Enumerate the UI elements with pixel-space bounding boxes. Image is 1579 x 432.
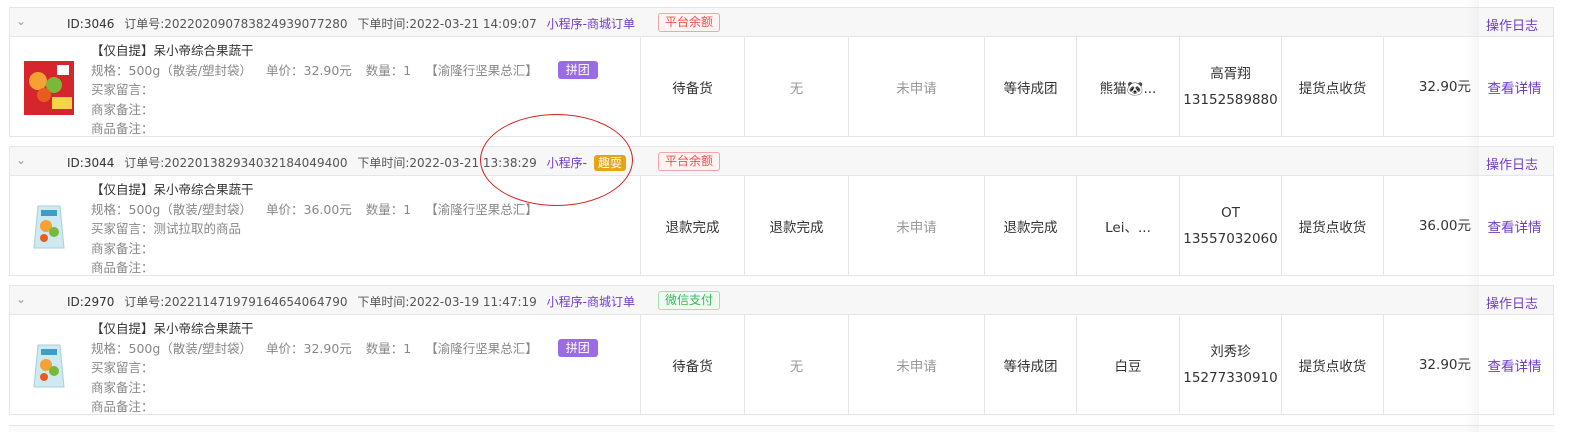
product-thumbnail-image: [24, 339, 74, 393]
payment-method-badge: 微信支付: [658, 291, 721, 310]
order-row: 【仅自提】呆小帝综合果蔬干 规格：500g（散装/塑封袋） 单价：36.00元 …: [9, 176, 1554, 276]
product-qty: 数量：1: [365, 201, 412, 217]
product-price: 单价：32.90元: [266, 340, 352, 356]
after-sale-status: 无: [744, 37, 848, 136]
sticky-column-shadow: [1465, 0, 1479, 432]
order-amount: 36.00元: [1383, 176, 1475, 275]
payment-method-badge: 平台余额: [658, 13, 721, 32]
order-number: 订单号:2022013829340321840494​00: [124, 156, 348, 170]
buyer-nickname: 熊猫🐼...: [1076, 37, 1179, 136]
receiver-name: 刘秀珍: [1210, 343, 1251, 360]
receiver-phone: 15277330910: [1183, 369, 1278, 386]
product-name: 【仅自提】呆小帝综合果蔬干: [91, 321, 254, 336]
receiver-name: OT: [1221, 204, 1240, 221]
product-spec: 规格：500g（散装/塑封袋）: [91, 201, 253, 217]
store-name: 【渝隆行坚果总汇】: [425, 340, 538, 356]
product-note: 商品备注：: [91, 399, 154, 414]
order-meta: ID:3046 订单号:2022020907838249390772​80 下单…: [67, 15, 641, 32]
product-price: 单价：36.00元: [266, 201, 352, 217]
product-spec: 规格：500g（散装/塑封袋）: [91, 340, 253, 356]
product-thumbnail-image: [24, 61, 74, 115]
chevron-down-icon[interactable]: ⌄: [16, 292, 26, 306]
group-buy-tag: 拼团: [557, 338, 598, 357]
operation-log-link[interactable]: 操作日志: [1486, 15, 1538, 34]
buyer-message: 买家留言：测试拉取的商品: [91, 221, 242, 236]
refund-status: 未申请: [848, 315, 984, 414]
product-spec: 规格：500g（散装/塑封袋）: [91, 62, 253, 78]
buyer-message: 买家留言：: [91, 82, 154, 97]
order-status: 退款完成: [640, 176, 744, 275]
order-row: 【仅自提】呆小帝综合果蔬干 规格：500g（散装/塑封袋） 单价：32.90元 …: [9, 37, 1554, 137]
product-info: 【仅自提】呆小帝综合果蔬干 规格：500g（散装/塑封袋） 单价：36.00元 …: [91, 180, 548, 278]
after-sale-status: 无: [744, 315, 848, 414]
delivery-method: 提货点收货: [1281, 315, 1383, 414]
order-row: 【仅自提】呆小帝综合果蔬干 规格：500g（散装/塑封袋） 单价：32.90元 …: [9, 315, 1554, 415]
group-status: 退款完成: [984, 176, 1076, 275]
view-detail-link[interactable]: 查看详情: [1475, 176, 1554, 275]
order-id: ID:3044: [67, 156, 115, 170]
payment-method-badge: 平台余额: [658, 152, 721, 171]
order-time: 下单时间:2022-03-19 11:47:19: [357, 295, 537, 309]
merchant-note: 商家备注：: [91, 379, 154, 395]
product-note: 商品备注：: [91, 260, 154, 275]
order-amount: 32.90元: [1383, 315, 1475, 414]
order-header: ⌄ ID:3046 订单号:2022020907838249390772​80 …: [9, 7, 1554, 37]
order-channel: 小程序-商城订单: [546, 295, 635, 309]
operation-log-link[interactable]: 操作日志: [1486, 154, 1538, 173]
product-price: 单价：32.90元: [266, 62, 352, 78]
after-sale-status: 退款完成: [744, 176, 848, 275]
order-channel: 小程序-商城订单: [546, 17, 635, 31]
store-name: 【渝隆行坚果总汇】: [425, 201, 538, 217]
order-id: ID:3046: [67, 17, 115, 31]
delivery-method: 提货点收货: [1281, 176, 1383, 275]
product-name: 【仅自提】呆小帝综合果蔬干: [91, 182, 254, 197]
receiver-info: 刘秀珍 15277330910: [1179, 315, 1281, 414]
view-detail-link[interactable]: 查看详情: [1475, 315, 1554, 414]
store-name: 【渝隆行坚果总汇】: [425, 62, 538, 78]
buyer-nickname: 白豆: [1076, 315, 1179, 414]
product-qty: 数量：1: [365, 62, 412, 78]
product-info: 【仅自提】呆小帝综合果蔬干 规格：500g（散装/塑封袋） 单价：32.90元 …: [91, 319, 608, 417]
order-header: ⌄ ID:3044 订单号:2022013829340321840494​00 …: [9, 146, 1554, 176]
receiver-info: 高胥翔 13152589880: [1179, 37, 1281, 136]
delivery-method: 提货点收货: [1281, 37, 1383, 136]
refund-status: 未申请: [848, 176, 984, 275]
order-status: 待备货: [640, 37, 744, 136]
chevron-down-icon[interactable]: ⌄: [16, 14, 26, 28]
receiver-name: 高胥翔: [1210, 65, 1251, 82]
buyer-nickname: Lei、...: [1076, 176, 1179, 275]
order-amount: 32.90元: [1383, 37, 1475, 136]
refund-status: 未申请: [848, 37, 984, 136]
group-status: 等待成团: [984, 37, 1076, 136]
receiver-info: OT 13557032060: [1179, 176, 1281, 275]
next-order-edge: [9, 425, 1554, 432]
operation-log-link[interactable]: 操作日志: [1486, 293, 1538, 312]
product-name: 【仅自提】呆小帝综合果蔬干: [91, 43, 254, 58]
product-thumbnail-image: [24, 200, 74, 254]
order-header: ⌄ ID:2970 订单号:2022114719791646540647​90 …: [9, 285, 1554, 315]
highlight-circle-annotation: [480, 114, 633, 206]
group-buy-tag: 拼团: [557, 60, 598, 79]
order-time: 下单时间:2022-03-21 14:09:07: [357, 17, 537, 31]
order-number: 订单号:2022114719791646540647​90: [124, 295, 348, 309]
order-id: ID:2970: [67, 295, 115, 309]
receiver-phone: 13557032060: [1183, 230, 1278, 247]
order-meta: ID:2970 订单号:2022114719791646540647​90 下单…: [67, 293, 641, 310]
buyer-message: 买家留言：: [91, 360, 154, 375]
order-number: 订单号:2022020907838249390772​80: [124, 17, 348, 31]
product-qty: 数量：1: [365, 340, 412, 356]
group-status: 等待成团: [984, 315, 1076, 414]
order-status: 待备货: [640, 315, 744, 414]
merchant-note: 商家备注：: [91, 240, 154, 256]
receiver-phone: 13152589880: [1183, 91, 1278, 108]
chevron-down-icon[interactable]: ⌄: [16, 153, 26, 167]
view-detail-link[interactable]: 查看详情: [1475, 37, 1554, 136]
